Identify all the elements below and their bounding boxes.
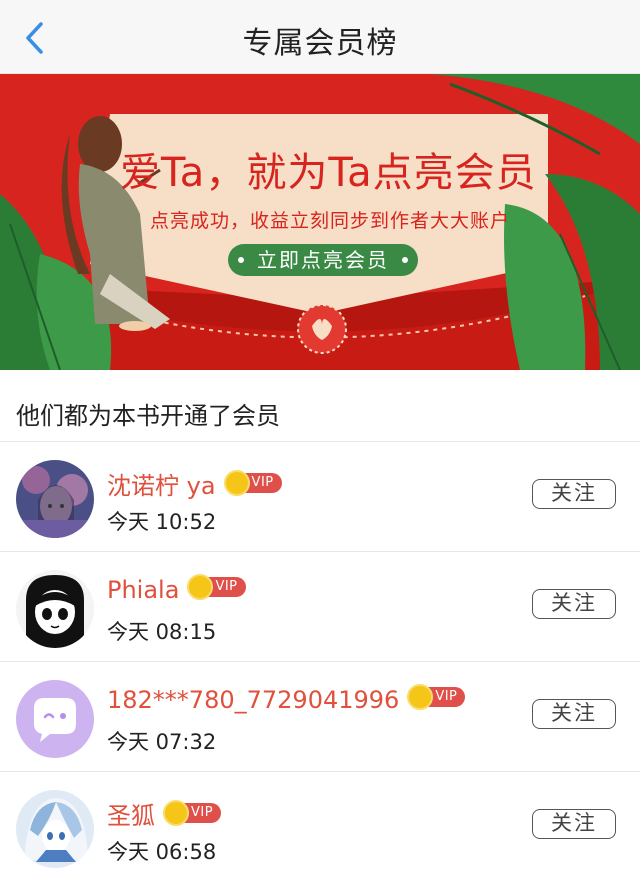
member-name[interactable]: 182***780_7729041996 VIP [107,684,466,714]
cta-dot-right [402,257,408,263]
light-up-vip-button[interactable]: 立即点亮会员 [228,244,418,276]
member-row[interactable]: Phiala VIP 今天 08:15 关注 [0,552,640,662]
nav-header: 专属会员榜 [0,0,640,74]
banner-subtitle: 点亮成功，收益立刻同步到作者大大账户 [150,210,511,232]
crown-icon [223,470,250,496]
avatar[interactable] [16,570,94,648]
vip-badge: VIP [223,470,282,496]
member-row[interactable]: 圣狐 VIP 今天 06:58 关注 [0,772,640,877]
vip-badge: VIP [187,574,246,600]
crown-icon [163,800,189,826]
follow-button[interactable]: 关注 [532,479,616,509]
follow-button[interactable]: 关注 [532,699,616,729]
section-title: 他们都为本书开通了会员 [16,402,280,430]
vip-badge: VIP [407,684,466,710]
vip-badge: VIP [163,800,222,826]
cta-label: 立即点亮会员 [257,248,389,272]
join-time: 今天 06:58 [107,840,217,864]
avatar[interactable] [16,680,94,758]
join-time: 今天 07:32 [107,730,217,754]
member-row[interactable]: 182***780_7729041996 VIP 今天 07:32 关注 [0,662,640,772]
join-time: 今天 10:52 [107,510,217,534]
follow-button[interactable]: 关注 [532,589,616,619]
join-time: 今天 08:15 [107,620,217,644]
member-name[interactable]: Phiala VIP [107,574,246,604]
banner-headline: 爱Ta，就为Ta点亮会员 [120,150,537,196]
member-row[interactable]: 沈诺柠 ya VIP 今天 10:52 关注 [0,442,640,552]
avatar[interactable] [16,790,94,868]
page-title: 专属会员榜 [242,26,398,61]
member-name[interactable]: 圣狐 VIP [107,796,222,831]
cta-dot-left [238,257,244,263]
member-name[interactable]: 沈诺柠 ya VIP [107,466,282,501]
follow-button[interactable]: 关注 [532,809,616,839]
avatar[interactable] [16,460,94,538]
promo-banner[interactable]: 爱Ta，就为Ta点亮会员 点亮成功，收益立刻同步到作者大大账户 立即点亮会员 [0,74,640,370]
